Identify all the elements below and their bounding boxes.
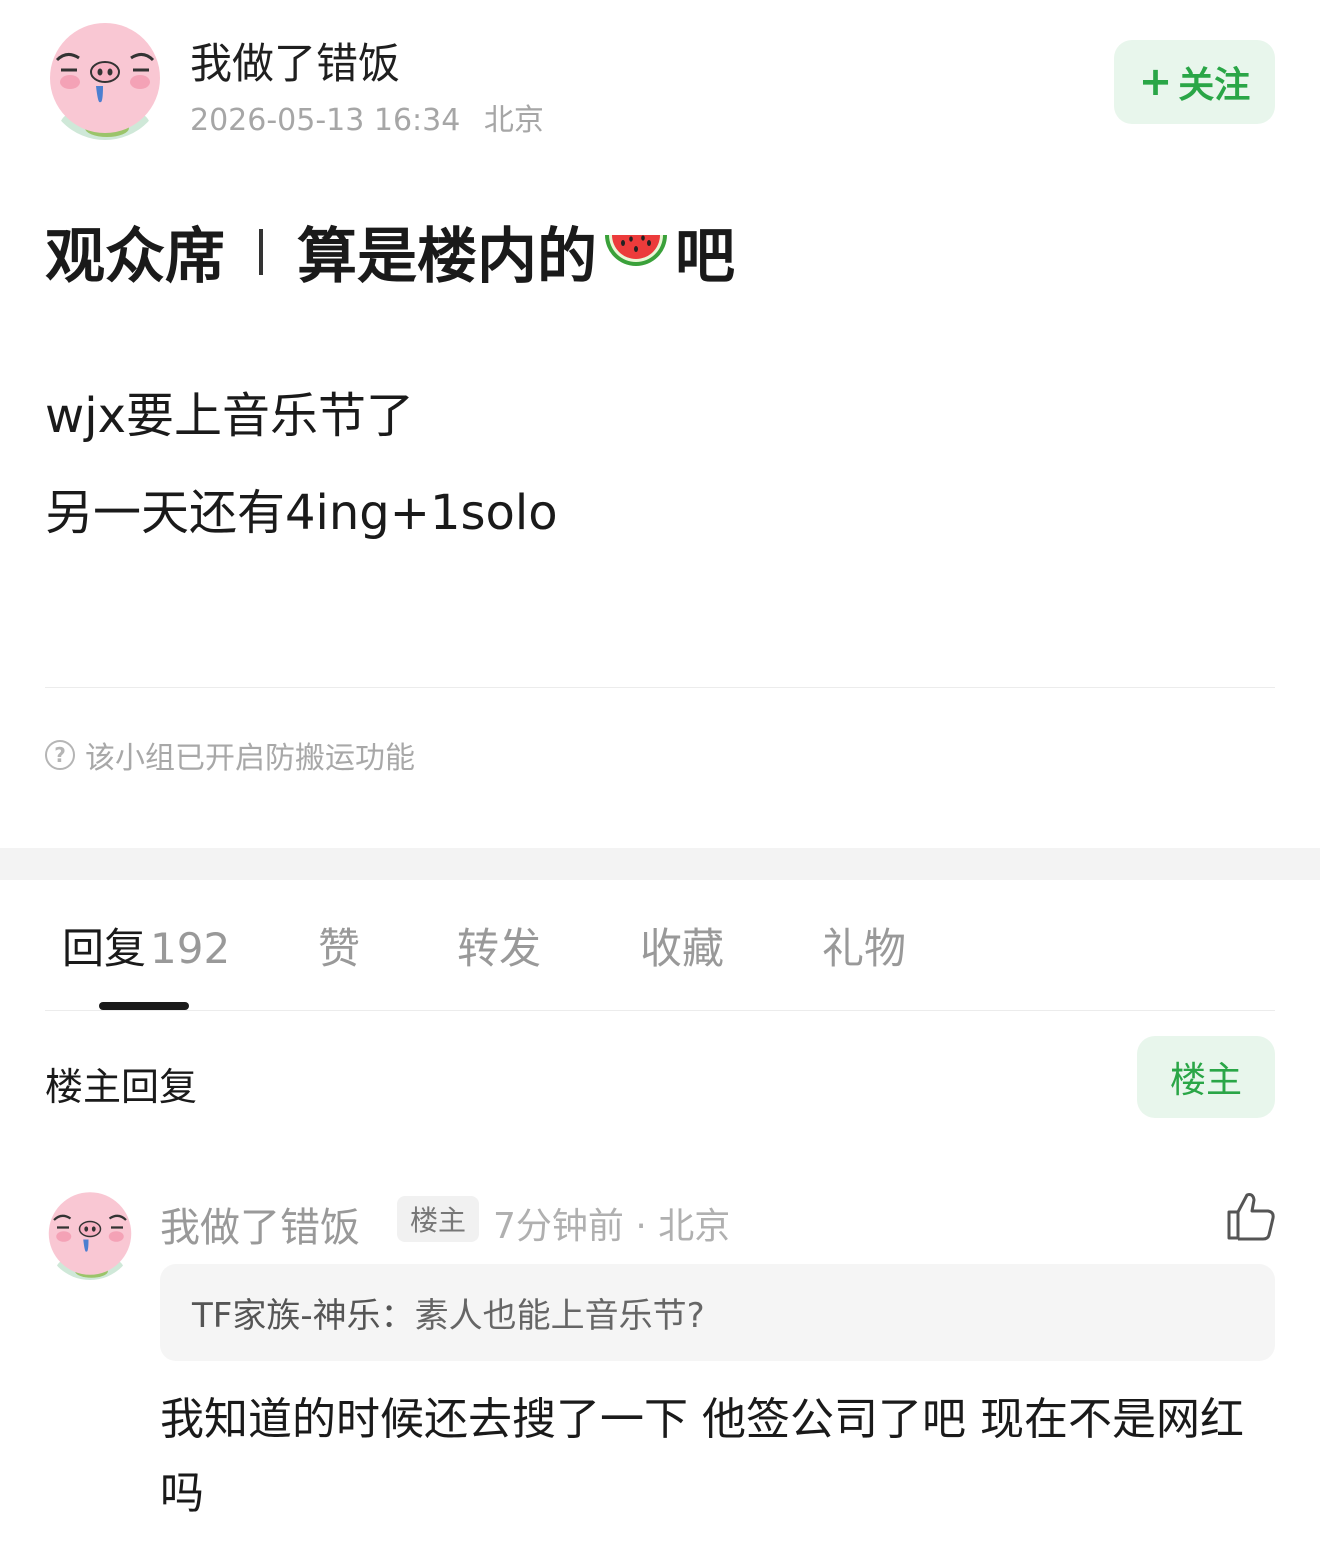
op-only-button[interactable]: 楼主 xyxy=(1137,1036,1275,1118)
tab-likes[interactable]: 赞 xyxy=(318,915,360,976)
active-tab-indicator xyxy=(99,1002,189,1010)
content-divider xyxy=(45,687,1275,688)
question-circle-icon: ? xyxy=(45,740,75,770)
post-title: 观众席 算是楼内的 吧 xyxy=(45,208,735,295)
title-suffix: 吧 xyxy=(675,222,735,292)
thumbs-up-icon[interactable] xyxy=(1226,1190,1276,1242)
follow-button[interactable]: + 关注 xyxy=(1114,40,1275,124)
reply-time-location: 7分钟前 · 北京 xyxy=(493,1206,731,1247)
tab-reposts[interactable]: 转发 xyxy=(457,915,541,976)
pig-avatar-icon xyxy=(45,20,165,140)
plus-icon: + xyxy=(1138,59,1173,105)
follow-label: 关注 xyxy=(1178,65,1251,106)
op-badge: 楼主 xyxy=(397,1196,479,1242)
post-body: wjx要上音乐节了 另一天还有4ing+1solo xyxy=(45,368,558,562)
anti-repost-notice[interactable]: ? 该小组已开启防搬运功能 xyxy=(45,733,415,777)
tab-favorites[interactable]: 收藏 xyxy=(640,915,724,976)
post-location: 北京 xyxy=(483,103,544,138)
tab-replies[interactable]: 回复192 xyxy=(62,915,230,976)
reply-author-avatar[interactable] xyxy=(45,1190,135,1280)
notice-text: 该小组已开启防搬运功能 xyxy=(85,741,415,776)
title-separator xyxy=(259,228,263,275)
quoted-text: 素人也能上音乐节? xyxy=(414,1296,705,1336)
op-reply-label: 楼主回复 xyxy=(45,1065,198,1109)
post-meta: 2026-05-13 16:34 北京 xyxy=(190,95,544,139)
section-gap xyxy=(0,848,1320,880)
post-timestamp: 2026-05-13 16:34 xyxy=(190,103,461,138)
title-text: 算是楼内的 xyxy=(297,222,597,292)
post-body-line: 另一天还有4ing+1solo xyxy=(45,485,558,541)
tab-replies-count: 192 xyxy=(150,924,231,973)
reply-text: 我知道的时候还去搜了一下 他签公司了吧 现在不是网红吗 xyxy=(160,1394,1244,1519)
quoted-author: TF家族-神乐： xyxy=(192,1296,415,1336)
tab-divider xyxy=(45,1010,1275,1011)
tab-bar: 回复192 赞 转发 收藏 礼物 xyxy=(0,915,1320,985)
author-avatar[interactable] xyxy=(45,20,165,140)
author-name[interactable]: 我做了错饭 xyxy=(190,30,400,91)
watermelon-icon xyxy=(605,234,667,266)
reply-author-name[interactable]: 我做了错饭 xyxy=(160,1195,360,1253)
post-body-line: wjx要上音乐节了 xyxy=(45,388,415,444)
title-tag: 观众席 xyxy=(45,222,225,292)
quoted-reply[interactable]: TF家族-神乐： 素人也能上音乐节? xyxy=(160,1264,1275,1361)
tab-replies-label: 回复 xyxy=(62,924,147,973)
tab-gifts[interactable]: 礼物 xyxy=(822,915,906,976)
pig-avatar-icon xyxy=(45,1190,135,1280)
